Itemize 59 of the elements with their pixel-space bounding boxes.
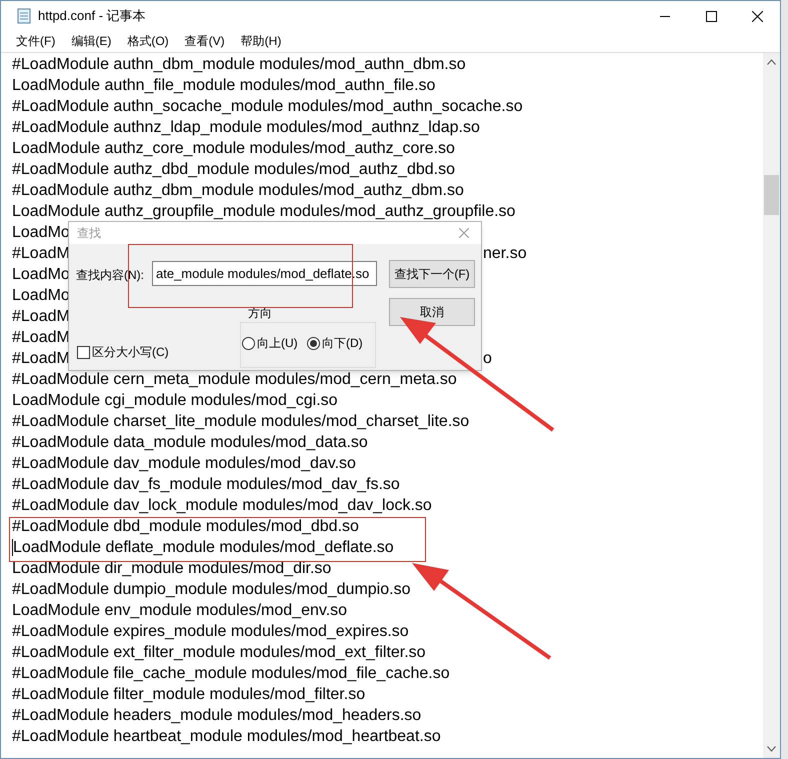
- menu-item[interactable]: 查看(V): [178, 32, 232, 50]
- group-label: 方向: [248, 305, 272, 322]
- text-line: #LoadModule cern_meta_module modules/mod_cern_meta.so: [12, 370, 457, 390]
- text-line: #LoadModule file_cache_module modules/mod_file_cache.so: [12, 664, 450, 684]
- scroll-up-icon[interactable]: [767, 59, 776, 65]
- menu-item[interactable]: 文件(F): [9, 32, 62, 50]
- radio-label[interactable]: 向下(D): [322, 334, 363, 352]
- text-line: #LoadModule authnz_ldap_module modules/mod_authnz_ldap.so: [12, 118, 480, 138]
- text-line: #LoadM: [12, 329, 70, 346]
- text-line: #LoadModule dumpio_module modules/mod_dumpio.so: [12, 580, 410, 600]
- cancel-button[interactable]: 取消: [389, 298, 475, 326]
- text-line: #LoadModule headers_module modules/mod_headers.so: [12, 706, 422, 726]
- checkbox[interactable]: [77, 346, 90, 358]
- text-line: #LoadModule filter_module modules/mod_filter.so: [12, 685, 366, 705]
- checkbox-label[interactable]: 区分大小写(C): [92, 343, 169, 361]
- text-line: ner.so: [483, 244, 527, 264]
- text-line: #LoadModule expires_module modules/mod_expires.so: [12, 622, 409, 642]
- text-line: #LoadModule dav_fs_module modules/mod_dav_fs.so: [12, 475, 400, 495]
- text-line: #LoadM: [12, 350, 70, 367]
- close-icon: [752, 10, 762, 22]
- menu-item[interactable]: 编辑(E): [64, 32, 118, 50]
- scroll-down-icon[interactable]: [767, 746, 776, 752]
- text-line: #LoadModule authz_dbd_module modules/mod_authz_dbd.so: [12, 160, 455, 180]
- text-line: LoadMo: [12, 287, 70, 304]
- scrollbar-thumb[interactable]: [764, 175, 779, 215]
- text-line: #LoadM: [12, 245, 70, 262]
- text-line: #LoadModule dav_lock_module modules/mod_dav_lock.so: [12, 496, 432, 516]
- close-icon[interactable]: [459, 228, 469, 238]
- text-line: LoadModule env_module modules/mod_env.so: [12, 601, 348, 621]
- text-line: #LoadModule authn_socache_module modules/mod_authn_socache.so: [12, 97, 523, 117]
- text-line: LoadModule cgi_module modules/mod_cgi.so: [12, 391, 338, 411]
- text-line: LoadModule authz_core_module modules/mod_authz_core.so: [12, 139, 455, 159]
- text-line: LoadMo: [12, 224, 70, 241]
- text-line: o: [483, 349, 492, 369]
- find-next-button[interactable]: 查找下一个(F): [389, 260, 475, 288]
- text-line: LoadModule authz_groupfile_module modules/mod_authz_groupfile.so: [12, 202, 516, 222]
- menu-item[interactable]: 格式(O): [120, 32, 176, 50]
- text-line: #LoadModule ext_filter_module modules/mod_ext_filter.so: [12, 643, 426, 663]
- menu-item[interactable]: 帮助(H): [234, 32, 288, 50]
- text-line: #LoadModule authn_dbm_module modules/mod_authn_dbm.so: [12, 55, 466, 75]
- text-line: #LoadModule heartbeat_module modules/mod_heartbeat.so: [12, 727, 441, 747]
- text-line: #LoadModule authz_dbm_module modules/mod_authz_dbm.so: [12, 181, 464, 201]
- dialog-title: 查找: [77, 225, 101, 242]
- radio-label[interactable]: 向上(U): [257, 334, 298, 352]
- notepad-icon: [17, 8, 31, 24]
- maximize-icon: [706, 10, 716, 22]
- text-line: LoadModule dir_module modules/mod_dir.so: [12, 559, 332, 579]
- scrollbar[interactable]: [763, 53, 780, 758]
- text-line: #LoadModule dav_module modules/mod_dav.so: [12, 454, 356, 474]
- radio-button[interactable]: [307, 336, 320, 350]
- window-title: httpd.conf - 记事本: [38, 7, 146, 26]
- text-line: LoadModule deflate_module modules/mod_deflate.so: [13, 538, 394, 558]
- text-line: LoadMo: [12, 266, 70, 283]
- text-line: #LoadM: [12, 308, 70, 325]
- text-line: #LoadModule data_module modules/mod_data.so: [12, 433, 368, 453]
- text-line: #LoadModule dbd_module modules/mod_dbd.so: [12, 517, 359, 537]
- text-line: LoadModule authn_file_module modules/mod_authn_file.so: [12, 76, 436, 96]
- radio-button[interactable]: [242, 336, 255, 350]
- text-line: #LoadModule charset_lite_module modules/mod_charset_lite.so: [12, 412, 470, 432]
